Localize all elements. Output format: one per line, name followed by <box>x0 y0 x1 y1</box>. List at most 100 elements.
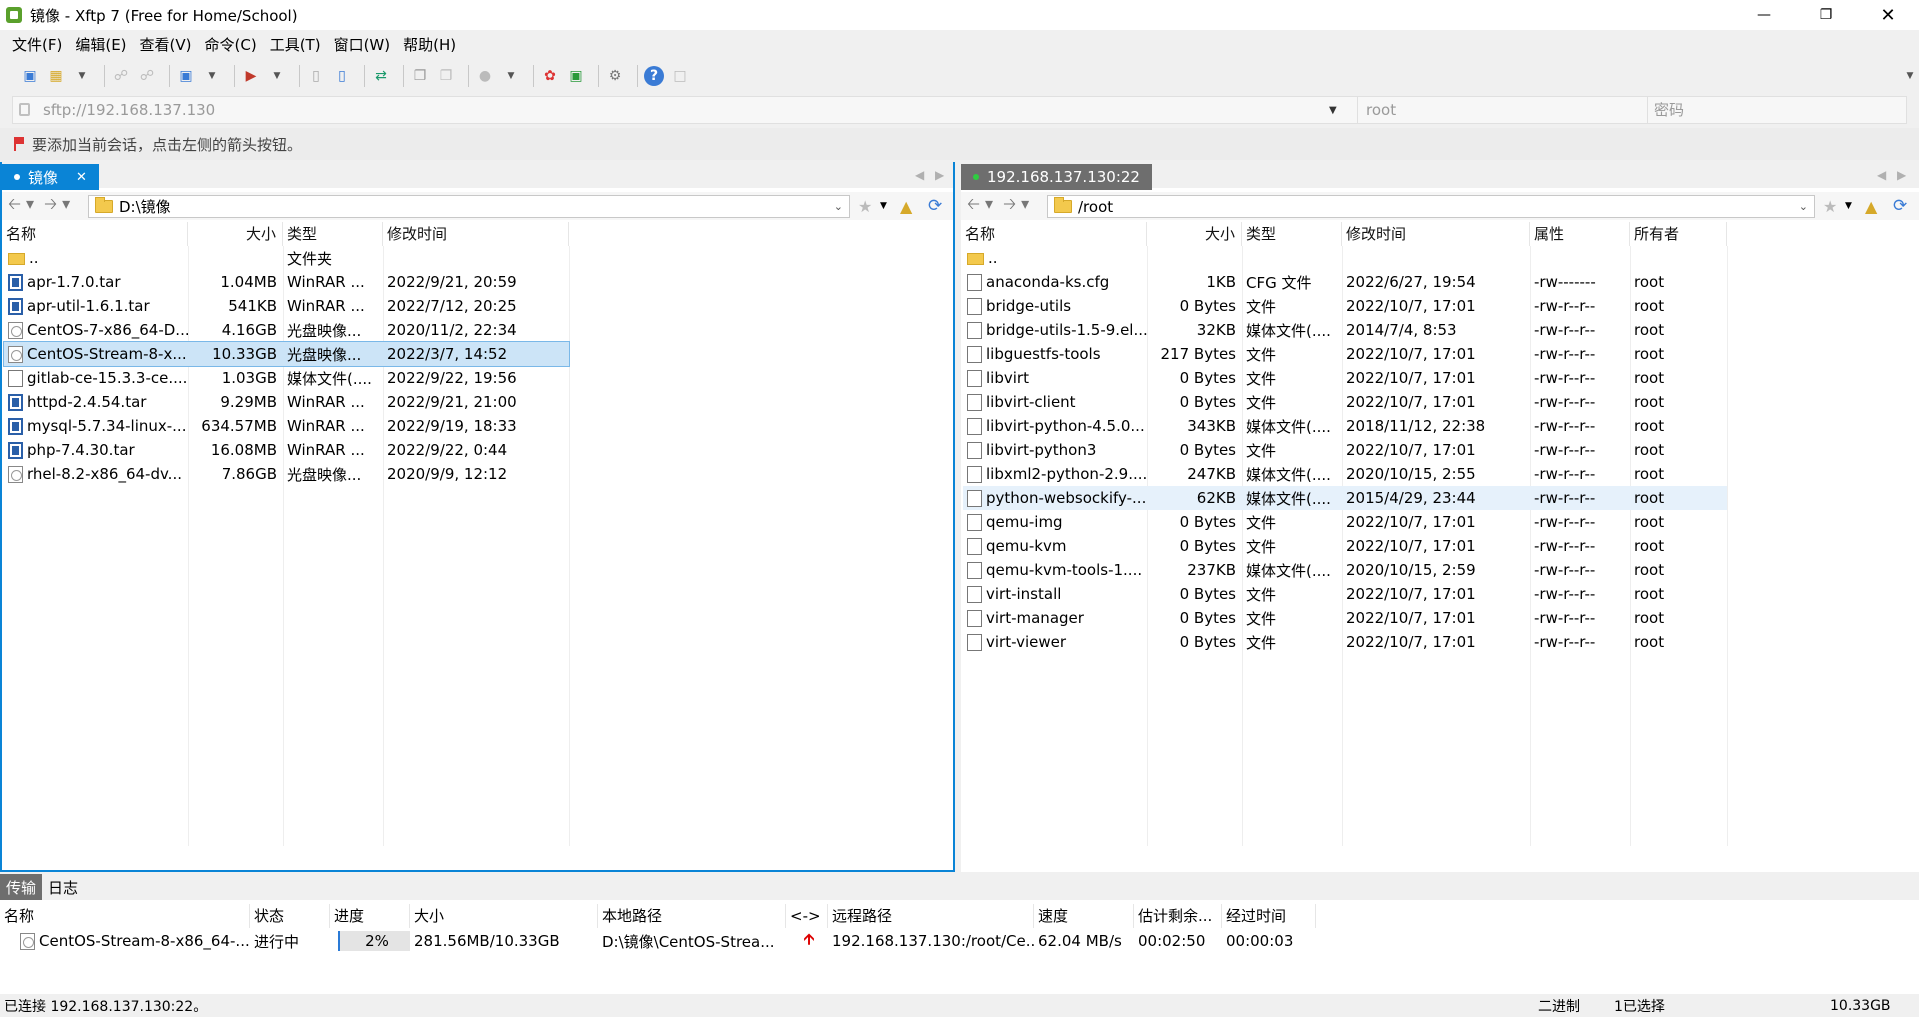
tab-next-icon[interactable]: ▶ <box>1897 168 1906 182</box>
col-date[interactable]: 修改时间 <box>383 222 569 246</box>
tab-remote[interactable]: 192.168.137.130:22 <box>961 164 1152 190</box>
col-date[interactable]: 修改时间 <box>1342 222 1530 246</box>
disconnect-icon[interactable]: ☍ <box>137 66 157 86</box>
close-button[interactable]: ✕ <box>1865 0 1911 30</box>
file-row[interactable]: bridge-utils 0 Bytes 文件 2022/10/7, 17:01 -rw… <box>963 294 1727 318</box>
file-row[interactable]: qemu-img 0 Bytes 文件 2022/10/7, 17:01 -rw-r--… <box>963 510 1727 534</box>
file-row[interactable]: virt-install 0 Bytes 文件 2022/10/7, 17:01 -rw… <box>963 582 1727 606</box>
tcol-remaining[interactable]: 估计剩余... <box>1134 904 1222 928</box>
path-dropdown-icon[interactable]: ⌄ <box>834 200 843 213</box>
col-attr[interactable]: 属性 <box>1530 222 1630 246</box>
tcol-elapsed[interactable]: 经过时间 <box>1222 904 1316 928</box>
help-icon[interactable]: ? <box>644 66 664 86</box>
forward-arrow-icon[interactable]: 🡢 ▾ <box>44 193 70 220</box>
tab-next-icon[interactable]: ▶ <box>935 168 944 182</box>
tcol-speed[interactable]: 速度 <box>1034 904 1134 928</box>
file-row[interactable]: qemu-kvm-tools-1.... 237KB 媒体文件(.... 2020/1… <box>963 558 1727 582</box>
menu-file[interactable]: 文件(F) <box>12 34 62 55</box>
tcol-remote[interactable]: 远程路径 <box>828 904 1034 928</box>
tab-log[interactable]: 日志 <box>42 874 84 900</box>
parent-folder-icon[interactable]: ▲ <box>1865 197 1877 216</box>
file-row[interactable]: apr-util-1.6.1.tar 541KB WinRAR ... 2022/7/… <box>4 294 569 318</box>
netsarang-icon[interactable]: ✿ <box>540 66 560 86</box>
refresh-icon[interactable]: ⟳ <box>928 196 942 216</box>
col-name[interactable]: 名称 <box>2 222 188 246</box>
dropdown-icon[interactable]: ▼ <box>202 66 222 86</box>
menu-edit[interactable]: 编辑(E) <box>75 34 126 55</box>
tcol-size[interactable]: 大小 <box>410 904 598 928</box>
file-row[interactable]: CentOS-7-x86_64-D... 4.16GB 光盘映像... 2020/11… <box>4 318 569 342</box>
maximize-button[interactable]: ❐ <box>1803 0 1849 30</box>
file-row[interactable]: libxml2-python-2.9.... 247KB 媒体文件(.... 2020… <box>963 462 1727 486</box>
globe-icon[interactable]: ● <box>475 66 495 86</box>
tcol-status[interactable]: 状态 <box>250 904 330 928</box>
file-row[interactable]: CentOS-Stream-8-x... 10.33GB 光盘映像... 2022/3… <box>3 341 570 367</box>
sync-icon[interactable]: ⇄ <box>371 66 391 86</box>
tab-prev-icon[interactable]: ◀ <box>915 168 924 182</box>
file-row[interactable]: apr-1.7.0.tar 1.04MB WinRAR ... 2022/9/21, … <box>4 270 569 294</box>
refresh-icon[interactable]: ⟳ <box>1893 196 1907 216</box>
col-owner[interactable]: 所有者 <box>1630 222 1727 246</box>
toolbar-overflow-icon[interactable]: ▼ <box>1900 66 1919 86</box>
menu-window[interactable]: 窗口(W) <box>334 34 391 55</box>
file-row[interactable]: bridge-utils-1.5-9.el... 32KB 媒体文件(.... 201… <box>963 318 1727 342</box>
parent-folder-icon[interactable]: ▲ <box>900 197 912 216</box>
dropdown-icon[interactable]: ▼ <box>501 66 521 86</box>
minimize-button[interactable]: — <box>1741 0 1787 30</box>
address-dropdown-icon[interactable]: ▼ <box>1329 105 1337 116</box>
menu-view[interactable]: 查看(V) <box>140 34 192 55</box>
xshell-icon[interactable]: ▣ <box>566 66 586 86</box>
favorite-star-icon[interactable]: ★ <box>1823 197 1837 216</box>
file-row[interactable]: python-websockify-... 62KB 媒体文件(.... 2015/4… <box>963 486 1727 510</box>
file-icon[interactable]: ▯ <box>306 66 326 86</box>
tcol-direction[interactable]: <-> <box>786 904 828 928</box>
password-input[interactable]: 密码 <box>1647 97 1907 123</box>
tab-prev-icon[interactable]: ◀ <box>1877 168 1886 182</box>
col-type[interactable]: 类型 <box>1242 222 1342 246</box>
dropdown-icon[interactable]: ▼ <box>267 66 287 86</box>
file-row[interactable]: mysql-5.7.34-linux-... 634.57MB WinRAR ...… <box>4 414 569 438</box>
col-size[interactable]: 大小 <box>188 222 283 246</box>
file-row[interactable]: libvirt 0 Bytes 文件 2022/10/7, 17:01 -rw-r--r… <box>963 366 1727 390</box>
local-path-input[interactable]: D:\镜像 ⌄ <box>88 195 850 218</box>
open-folder-icon[interactable]: ▦ <box>46 66 66 86</box>
copy-icon[interactable]: ❐ <box>410 66 430 86</box>
file-row[interactable]: qemu-kvm 0 Bytes 文件 2022/10/7, 17:01 -rw-r--… <box>963 534 1727 558</box>
dropdown-icon[interactable]: ▼ <box>72 66 92 86</box>
file-row[interactable]: libvirt-python-4.5.0... 343KB 媒体文件(.... 201… <box>963 414 1727 438</box>
tcol-name[interactable]: 名称 <box>0 904 250 928</box>
favorite-dropdown-icon[interactable]: ▼ <box>1845 201 1852 211</box>
back-arrow-icon[interactable]: 🡠 ▾ <box>967 193 993 220</box>
new-window-icon[interactable]: ▣ <box>176 66 196 86</box>
file-row[interactable]: httpd-2.4.54.tar 9.29MB WinRAR ... 2022/9/2… <box>4 390 569 414</box>
tab-transfer[interactable]: 传输 <box>0 874 43 900</box>
back-arrow-icon[interactable]: 🡠 ▾ <box>8 193 34 220</box>
connect-icon[interactable]: ☍ <box>111 66 131 86</box>
transfer-row[interactable]: CentOS-Stream-8-x86_64-... 进行中 2% 281.56… <box>0 928 1919 954</box>
file-row[interactable]: php-7.4.30.tar 16.08MB WinRAR ... 2022/9/22… <box>4 438 569 462</box>
favorite-star-icon[interactable]: ★ <box>858 197 872 216</box>
file-row[interactable]: gitlab-ce-15.3.3-ce.... 1.03GB 媒体文件(.... 20… <box>4 366 569 390</box>
upload-icon[interactable]: ▯ <box>332 66 352 86</box>
file-row[interactable]: libvirt-client 0 Bytes 文件 2022/10/7, 17:01 -… <box>963 390 1727 414</box>
menu-command[interactable]: 命令(C) <box>205 34 257 55</box>
menu-tools[interactable]: 工具(T) <box>270 34 321 55</box>
favorite-dropdown-icon[interactable]: ▼ <box>880 201 887 211</box>
file-row[interactable]: .. <box>963 246 1727 270</box>
forward-arrow-icon[interactable]: 🡢 ▾ <box>1003 193 1029 220</box>
file-row[interactable]: virt-manager 0 Bytes 文件 2022/10/7, 17:01 -rw… <box>963 606 1727 630</box>
new-session-icon[interactable]: ▣ <box>20 66 40 86</box>
col-size[interactable]: 大小 <box>1147 222 1242 246</box>
tab-local[interactable]: 镜像 ✕ <box>2 164 99 190</box>
file-row[interactable]: virt-viewer 0 Bytes 文件 2022/10/7, 17:01 -rw-… <box>963 630 1727 654</box>
file-row[interactable]: libguestfs-tools 217 Bytes 文件 2022/10/7, 17… <box>963 342 1727 366</box>
file-row[interactable]: libvirt-python3 0 Bytes 文件 2022/10/7, 17:01… <box>963 438 1727 462</box>
menu-help[interactable]: 帮助(H) <box>403 34 456 55</box>
col-type[interactable]: 类型 <box>283 222 383 246</box>
terminal-icon[interactable]: ▶ <box>241 66 261 86</box>
file-row[interactable]: rhel-8.2-x86_64-dv... 7.86GB 光盘映像... 2020/9… <box>4 462 569 486</box>
tcol-local[interactable]: 本地路径 <box>598 904 786 928</box>
file-row[interactable]: anaconda-ks.cfg 1KB CFG 文件 2022/6/27, 19:54… <box>963 270 1727 294</box>
address-bar[interactable]: sftp://192.168.137.130 ▼ root 密码 <box>12 96 1907 124</box>
settings-gear-icon[interactable]: ⚙ <box>605 66 625 86</box>
